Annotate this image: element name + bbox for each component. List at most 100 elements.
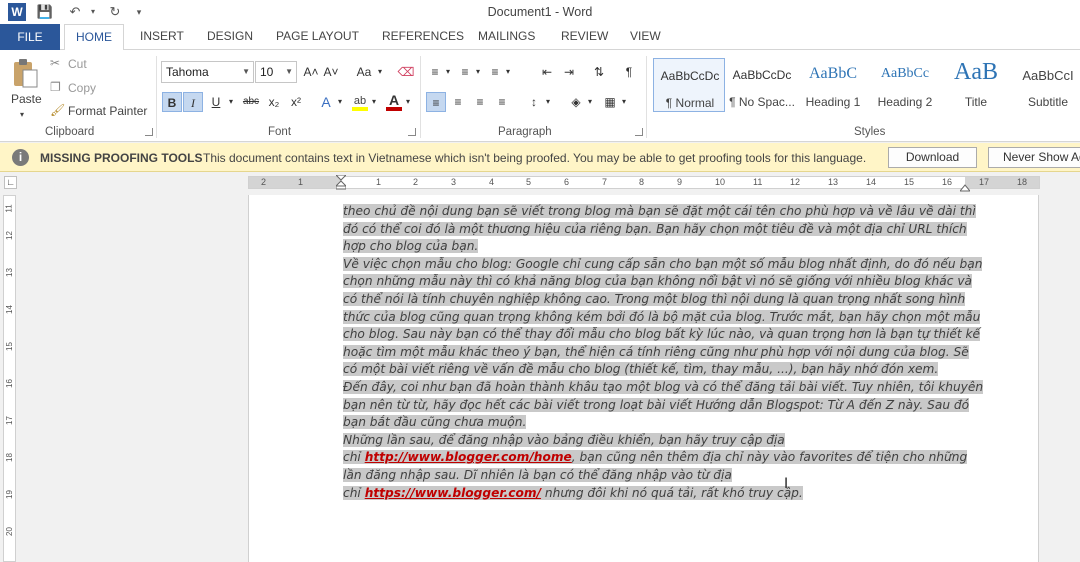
text-effects-dropdown-icon[interactable]: ▾ — [336, 92, 344, 112]
blogger-home-link[interactable]: http://www.blogger.com/home — [365, 450, 572, 464]
change-case-dropdown-icon[interactable]: ▾ — [376, 62, 384, 82]
document-line[interactable]: hoặc tìm một mẫu khác theo ý bạn, thể hi… — [343, 343, 969, 361]
increase-indent-icon[interactable]: ⇥ — [560, 62, 578, 82]
never-show-again-button[interactable]: Never Show Ag — [988, 147, 1080, 168]
style-heading-1[interactable]: AaBbC Heading 1 — [797, 58, 869, 112]
selected-text: Đến đây, coi như bạn đã hoàn thành khâu … — [343, 380, 984, 394]
highlight-dropdown-icon[interactable]: ▾ — [370, 92, 378, 112]
blogger-link[interactable]: https://www.blogger.com/ — [365, 486, 541, 500]
multilevel-dropdown-icon[interactable]: ▾ — [504, 62, 512, 82]
text-effects-icon[interactable]: A — [316, 92, 336, 112]
style-subtitle[interactable]: AaBbCcI Subtitle — [1012, 58, 1080, 112]
document-line[interactable]: Về việc chọn mẫu cho blog: Google chỉ cu… — [343, 255, 983, 273]
sort-icon[interactable]: ⇅ — [590, 62, 608, 82]
indent-marker-icon[interactable] — [334, 174, 348, 190]
tab-references[interactable]: REFERENCES — [382, 29, 464, 43]
style-heading-2[interactable]: AaBbCc Heading 2 — [869, 58, 941, 112]
tab-design[interactable]: DESIGN — [207, 29, 253, 43]
strikethrough-button[interactable]: abc — [240, 92, 262, 112]
vertical-ruler[interactable]: 11 12 13 14 15 16 17 18 19 20 — [3, 195, 16, 562]
font-size-dropdown[interactable]: 10 ▼ — [255, 61, 297, 83]
align-center-icon[interactable]: ≡ — [448, 92, 468, 112]
document-line[interactable]: Những lần sau, để đăng nhập vào bảng điề… — [343, 431, 785, 449]
paste-button[interactable]: Paste — [11, 92, 42, 106]
bullets-icon[interactable]: ≡ — [426, 62, 444, 82]
download-button[interactable]: Download — [888, 147, 977, 168]
ruler-tick-label: 18 — [1017, 177, 1028, 187]
tab-mailings[interactable]: MAILINGS — [478, 29, 535, 43]
style-name: Title — [964, 95, 988, 109]
style-name: Subtitle — [1027, 95, 1069, 109]
document-line[interactable]: hợp cho blog của bạn. — [343, 237, 479, 255]
paste-dropdown-icon[interactable]: ▾ — [20, 110, 24, 119]
paragraph-launcher-icon[interactable] — [635, 128, 643, 136]
underline-dropdown-icon[interactable]: ▾ — [227, 92, 235, 112]
line-spacing-icon[interactable]: ↕ — [524, 92, 544, 112]
style-title[interactable]: AaB Title — [940, 58, 1012, 112]
copy-button[interactable]: Copy — [68, 81, 96, 95]
document-line[interactable]: đó có thể coi đó là một thương hiệu của … — [343, 220, 967, 238]
document-line[interactable]: thức của blog cũng quan trọng không kém … — [343, 308, 981, 326]
tab-insert[interactable]: INSERT — [140, 29, 184, 43]
font-size-value: 10 — [260, 65, 274, 79]
ruler-tick-label: 7 — [602, 177, 608, 187]
tab-review[interactable]: REVIEW — [561, 29, 608, 43]
bullets-dropdown-icon[interactable]: ▾ — [444, 62, 452, 82]
align-left-icon[interactable]: ≡ — [426, 92, 446, 112]
italic-button[interactable]: I — [183, 92, 203, 112]
clipboard-launcher-icon[interactable] — [145, 128, 153, 136]
font-color-dropdown-icon[interactable]: ▾ — [404, 92, 412, 112]
ruler-tick-label: 19 — [4, 490, 14, 499]
justify-icon[interactable]: ≡ — [492, 92, 512, 112]
borders-icon[interactable]: ▦ — [600, 92, 620, 112]
document-line[interactable]: theo chủ đề nội dung bạn sẽ viết trong b… — [343, 202, 976, 220]
bold-button[interactable]: B — [162, 92, 182, 112]
right-indent-marker-icon[interactable] — [958, 181, 972, 192]
cut-button[interactable]: Cut — [68, 57, 87, 71]
paste-icon[interactable] — [10, 58, 40, 90]
horizontal-ruler[interactable]: 2 1 1 2 3 4 5 6 7 8 9 10 11 12 13 14 15 16 17 18 — [248, 174, 1040, 192]
font-color-icon[interactable]: A — [384, 90, 404, 111]
multilevel-list-icon[interactable]: ≡ — [486, 62, 504, 82]
ruler-tick-label: 8 — [639, 177, 645, 187]
numbering-icon[interactable]: ≡ — [456, 62, 474, 82]
shading-icon[interactable]: ◈ — [566, 92, 586, 112]
borders-dropdown-icon[interactable]: ▾ — [620, 92, 628, 112]
style-normal[interactable]: AaBbCcDc ¶ Normal — [653, 58, 725, 112]
tab-home[interactable]: HOME — [64, 24, 124, 51]
superscript-button[interactable]: x² — [286, 92, 306, 112]
change-case-button[interactable]: Aa — [352, 62, 376, 82]
style-no-spacing[interactable]: AaBbCcDc ¶ No Spac... — [726, 58, 798, 112]
document-line[interactable]: cho blog. Sau này bạn có thể thay đổi mẫ… — [343, 325, 981, 343]
subscript-button[interactable]: x₂ — [264, 92, 284, 112]
show-formatting-marks-icon[interactable]: ¶ — [620, 62, 638, 82]
tab-page-layout[interactable]: PAGE LAYOUT — [276, 29, 359, 43]
grow-font-button[interactable]: A˄ — [302, 62, 320, 82]
underline-button[interactable]: U — [206, 92, 226, 112]
shrink-font-button[interactable]: A˅ — [322, 62, 340, 82]
document-line[interactable]: chỉ http://www.blogger.com/home, bạn cũn… — [343, 448, 968, 466]
document-line[interactable]: chọn những mẫu này thì có khả năng blog … — [343, 272, 973, 290]
numbering-dropdown-icon[interactable]: ▾ — [474, 62, 482, 82]
clear-formatting-icon[interactable]: ⌫ — [396, 62, 416, 82]
document-line[interactable]: có một bài viết riêng về vấn đề mẫu cho … — [343, 360, 939, 378]
font-launcher-icon[interactable] — [408, 128, 416, 136]
shading-dropdown-icon[interactable]: ▾ — [586, 92, 594, 112]
document-line[interactable]: bạn bắt đầu cũng chưa muộn. — [343, 413, 527, 431]
tab-view[interactable]: VIEW — [630, 29, 661, 43]
document-line[interactable]: bạn nên từ từ, hãy đọc hết các bài viết … — [343, 396, 970, 414]
divider — [156, 56, 157, 138]
align-right-icon[interactable]: ≡ — [470, 92, 490, 112]
decrease-indent-icon[interactable]: ⇤ — [538, 62, 556, 82]
font-name-dropdown[interactable]: Tahoma ▼ — [161, 61, 254, 83]
document-line[interactable]: chỉ https://www.blogger.com/ nhưng đôi k… — [343, 484, 803, 502]
highlight-color-icon[interactable]: ab — [350, 90, 370, 111]
selected-text: chọn những mẫu này thì có khả năng blog … — [343, 274, 973, 289]
format-painter-button[interactable]: Format Painter — [68, 104, 147, 118]
document-line[interactable]: lần đăng nhập sau. Dĩ nhiên là bạn có th… — [343, 466, 732, 484]
tab-file[interactable]: FILE — [0, 24, 60, 50]
document-line[interactable]: Đến đây, coi như bạn đã hoàn thành khâu … — [343, 378, 984, 396]
line-spacing-dropdown-icon[interactable]: ▾ — [544, 92, 552, 112]
document-line[interactable]: có thể nói là tính chuyên nghiệp không c… — [343, 290, 966, 308]
tab-selector-icon[interactable]: ∟ — [4, 176, 17, 189]
